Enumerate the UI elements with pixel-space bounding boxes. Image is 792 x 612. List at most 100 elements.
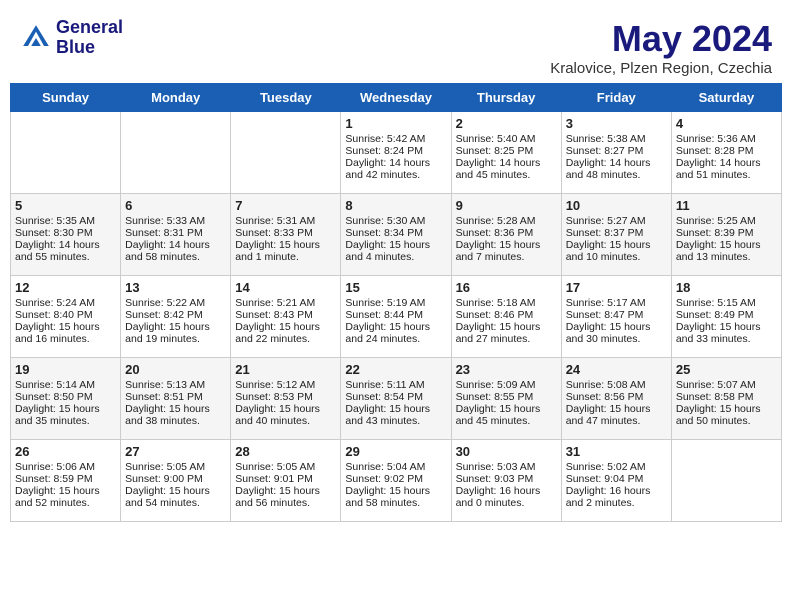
sunset: Sunset: 9:01 PM <box>235 473 336 485</box>
sunset: Sunset: 8:58 PM <box>676 391 777 403</box>
sunset: Sunset: 8:43 PM <box>235 309 336 321</box>
location: Kralovice, Plzen Region, Czechia <box>550 60 772 77</box>
sunset: Sunset: 8:40 PM <box>15 309 116 321</box>
day-number: 25 <box>676 362 777 377</box>
calendar-cell: 19Sunrise: 5:14 AMSunset: 8:50 PMDayligh… <box>11 358 121 440</box>
weekday-header-saturday: Saturday <box>671 84 781 112</box>
day-number: 11 <box>676 198 777 213</box>
sunrise: Sunrise: 5:27 AM <box>566 215 667 227</box>
day-number: 5 <box>15 198 116 213</box>
calendar-cell <box>671 440 781 522</box>
daylight: Daylight: 15 hours and 4 minutes. <box>345 239 446 263</box>
sunset: Sunset: 8:44 PM <box>345 309 446 321</box>
sunrise: Sunrise: 5:36 AM <box>676 133 777 145</box>
sunrise: Sunrise: 5:07 AM <box>676 379 777 391</box>
calendar-cell <box>11 112 121 194</box>
sunrise: Sunrise: 5:03 AM <box>456 461 557 473</box>
daylight: Daylight: 15 hours and 56 minutes. <box>235 485 336 509</box>
daylight: Daylight: 15 hours and 50 minutes. <box>676 403 777 427</box>
sunset: Sunset: 8:27 PM <box>566 145 667 157</box>
sunrise: Sunrise: 5:40 AM <box>456 133 557 145</box>
calendar-header: SundayMondayTuesdayWednesdayThursdayFrid… <box>11 84 782 112</box>
sunrise: Sunrise: 5:08 AM <box>566 379 667 391</box>
title-block: May 2024 Kralovice, Plzen Region, Czechi… <box>550 18 772 77</box>
calendar-cell: 30Sunrise: 5:03 AMSunset: 9:03 PMDayligh… <box>451 440 561 522</box>
calendar-cell: 16 Sunrise: 5:18 AMSunset: 8:46 PMDayligh… <box>451 276 561 358</box>
calendar-cell: 11Sunrise: 5:25 AMSunset: 8:39 PMDayligh… <box>671 194 781 276</box>
sunrise: Sunrise: 5:30 AM <box>345 215 446 227</box>
sunrise: Sunrise: 5:17 AM <box>566 297 667 309</box>
day-number: 2 <box>456 116 557 131</box>
calendar-cell: 12Sunrise: 5:24 AMSunset: 8:40 PMDayligh… <box>11 276 121 358</box>
day-number: 22 <box>345 362 446 377</box>
sunset: Sunset: 8:39 PM <box>676 227 777 239</box>
calendar-cell: 21Sunrise: 5:12 AMSunset: 8:53 PMDayligh… <box>231 358 341 440</box>
weekday-header-thursday: Thursday <box>451 84 561 112</box>
day-number: 31 <box>566 444 667 459</box>
sunset: Sunset: 8:47 PM <box>566 309 667 321</box>
sunrise: Sunrise: 5:31 AM <box>235 215 336 227</box>
daylight: Daylight: 16 hours and 0 minutes. <box>456 485 557 509</box>
month-title: May 2024 <box>550 18 772 60</box>
sunset: Sunset: 8:25 PM <box>456 145 557 157</box>
sunrise: Sunrise: 5:24 AM <box>15 297 116 309</box>
daylight: Daylight: 14 hours and 48 minutes. <box>566 157 667 181</box>
calendar-cell: 6Sunrise: 5:33 AMSunset: 8:31 PMDaylight… <box>121 194 231 276</box>
day-number: 26 <box>15 444 116 459</box>
daylight: Daylight: 15 hours and 35 minutes. <box>15 403 116 427</box>
sunset: Sunset: 8:31 PM <box>125 227 226 239</box>
sunrise: Sunrise: 5:12 AM <box>235 379 336 391</box>
day-number: 20 <box>125 362 226 377</box>
weekday-header-monday: Monday <box>121 84 231 112</box>
daylight: Daylight: 15 hours and 19 minutes. <box>125 321 226 345</box>
daylight: Daylight: 15 hours and 40 minutes. <box>235 403 336 427</box>
sunrise: Sunrise: 5:15 AM <box>676 297 777 309</box>
logo: General Blue <box>20 18 123 58</box>
sunset: Sunset: 8:46 PM <box>456 309 557 321</box>
daylight: Daylight: 15 hours and 45 minutes. <box>456 403 557 427</box>
sunrise: Sunrise: 5:18 AM <box>456 297 557 309</box>
daylight: Daylight: 15 hours and 58 minutes. <box>345 485 446 509</box>
calendar-cell: 4Sunrise: 5:36 AMSunset: 8:28 PMDaylight… <box>671 112 781 194</box>
daylight: Daylight: 15 hours and 38 minutes. <box>125 403 226 427</box>
sunset: Sunset: 8:56 PM <box>566 391 667 403</box>
calendar-cell: 1Sunrise: 5:42 AMSunset: 8:24 PMDaylight… <box>341 112 451 194</box>
sunrise: Sunrise: 5:19 AM <box>345 297 446 309</box>
calendar-cell: 14Sunrise: 5:21 AMSunset: 8:43 PMDayligh… <box>231 276 341 358</box>
day-number: 16 <box>456 280 557 295</box>
weekday-header-sunday: Sunday <box>11 84 121 112</box>
day-number: 7 <box>235 198 336 213</box>
sunrise: Sunrise: 5:38 AM <box>566 133 667 145</box>
day-number: 4 <box>676 116 777 131</box>
day-number: 6 <box>125 198 226 213</box>
sunrise: Sunrise: 5:05 AM <box>125 461 226 473</box>
day-number: 12 <box>15 280 116 295</box>
day-number: 19 <box>15 362 116 377</box>
sunset: Sunset: 8:50 PM <box>15 391 116 403</box>
daylight: Daylight: 15 hours and 52 minutes. <box>15 485 116 509</box>
sunset: Sunset: 8:54 PM <box>345 391 446 403</box>
daylight: Daylight: 15 hours and 43 minutes. <box>345 403 446 427</box>
calendar-cell: 8Sunrise: 5:30 AMSunset: 8:34 PMDaylight… <box>341 194 451 276</box>
sunrise: Sunrise: 5:11 AM <box>345 379 446 391</box>
calendar-cell: 7Sunrise: 5:31 AMSunset: 8:33 PMDaylight… <box>231 194 341 276</box>
calendar-cell: 26Sunrise: 5:06 AMSunset: 8:59 PMDayligh… <box>11 440 121 522</box>
calendar-cell: 23Sunrise: 5:09 AMSunset: 8:55 PMDayligh… <box>451 358 561 440</box>
calendar-cell: 13Sunrise: 5:22 AMSunset: 8:42 PMDayligh… <box>121 276 231 358</box>
daylight: Daylight: 15 hours and 13 minutes. <box>676 239 777 263</box>
calendar-cell: 2 Sunrise: 5:40 AMSunset: 8:25 PMDaylight… <box>451 112 561 194</box>
daylight: Daylight: 15 hours and 33 minutes. <box>676 321 777 345</box>
calendar-cell: 3Sunrise: 5:38 AMSunset: 8:27 PMDaylight… <box>561 112 671 194</box>
daylight: Daylight: 15 hours and 24 minutes. <box>345 321 446 345</box>
daylight: Daylight: 14 hours and 58 minutes. <box>125 239 226 263</box>
day-number: 17 <box>566 280 667 295</box>
sunset: Sunset: 8:55 PM <box>456 391 557 403</box>
sunset: Sunset: 8:33 PM <box>235 227 336 239</box>
daylight: Daylight: 14 hours and 51 minutes. <box>676 157 777 181</box>
day-number: 8 <box>345 198 446 213</box>
day-number: 23 <box>456 362 557 377</box>
daylight: Daylight: 14 hours and 45 minutes. <box>456 157 557 181</box>
calendar-cell: 31Sunrise: 5:02 AMSunset: 9:04 PMDayligh… <box>561 440 671 522</box>
daylight: Daylight: 15 hours and 27 minutes. <box>456 321 557 345</box>
calendar-cell: 15Sunrise: 5:19 AMSunset: 8:44 PMDayligh… <box>341 276 451 358</box>
